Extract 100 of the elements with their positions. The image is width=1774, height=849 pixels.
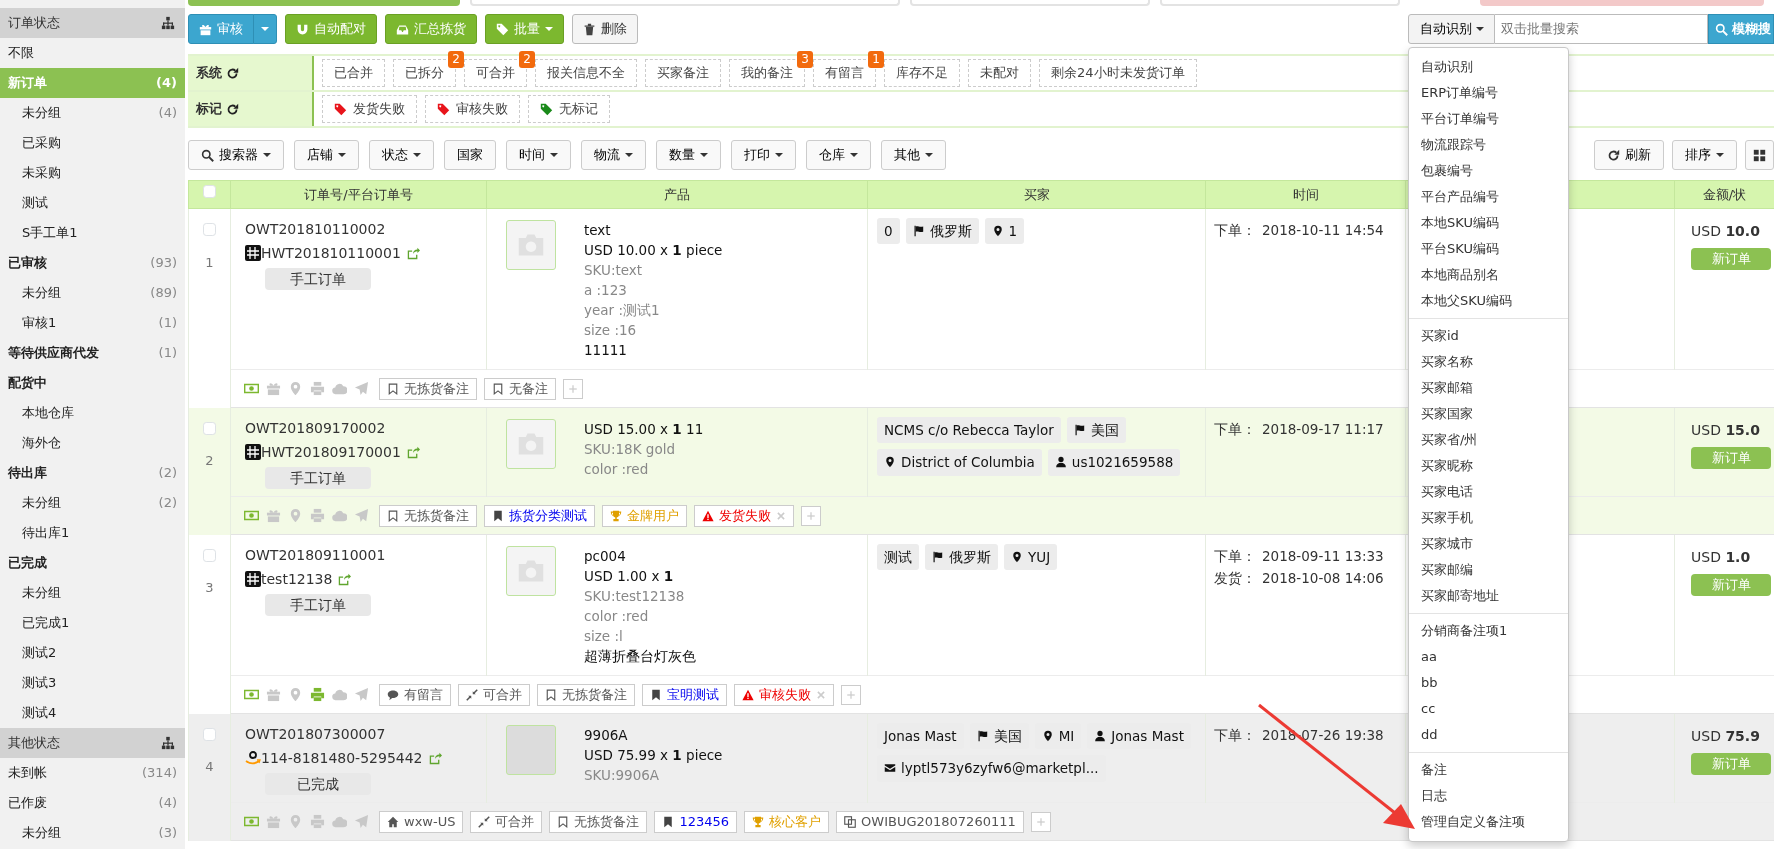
menu-item[interactable]: bb	[1409, 670, 1568, 696]
pin-icon[interactable]	[288, 814, 303, 829]
external-link-icon[interactable]	[405, 445, 420, 459]
add-tag-button[interactable]	[841, 684, 861, 705]
menu-item[interactable]: ERP订单编号	[1409, 80, 1568, 106]
filter-button[interactable]: 搜索器	[188, 140, 284, 170]
close-icon[interactable]	[816, 689, 826, 700]
note-tag[interactable]: 审核失败	[734, 683, 834, 706]
menu-item[interactable]: 买家邮寄地址	[1409, 583, 1568, 609]
gift-icon[interactable]	[266, 381, 281, 396]
cloud-icon[interactable]	[332, 687, 347, 702]
pin-icon[interactable]	[288, 687, 303, 702]
menu-item[interactable]: 买家id	[1409, 323, 1568, 349]
menu-item[interactable]: 买家名称	[1409, 349, 1568, 375]
sidebar-item[interactable]: 待出库 (2)	[0, 458, 185, 488]
row-checkbox[interactable]	[203, 727, 216, 741]
print-icon[interactable]	[310, 508, 325, 523]
sidebar-item[interactable]: 测试2	[0, 638, 185, 668]
sidebar-item[interactable]: 未分组 (3)	[0, 818, 185, 848]
mark-chip[interactable]: 无标记	[528, 95, 610, 123]
sidebar-item[interactable]: 不限	[0, 38, 185, 68]
filter-button[interactable]: 国家	[444, 140, 496, 170]
banknote-icon[interactable]	[244, 508, 259, 523]
sidebar-item[interactable]: 未分组 (89)	[0, 278, 185, 308]
note-tag[interactable]: 无拣货备注	[549, 810, 648, 833]
note-tag[interactable]: wxw-US	[379, 810, 464, 833]
menu-item[interactable]: 买家手机	[1409, 505, 1568, 531]
menu-item[interactable]: 本地父SKU编码	[1409, 288, 1568, 314]
row-checkbox[interactable]	[203, 548, 216, 562]
note-tag[interactable]: 可合并	[470, 810, 543, 833]
menu-item[interactable]: 备注	[1409, 757, 1568, 783]
refresh-icon[interactable]	[226, 102, 239, 116]
filter-button[interactable]: 物流	[581, 140, 646, 170]
banknote-icon[interactable]	[244, 687, 259, 702]
sidebar-item[interactable]: 测试3	[0, 668, 185, 698]
sidebar-item[interactable]: 已审核 (93)	[0, 248, 185, 278]
filter-chip[interactable]: 买家备注	[645, 59, 721, 87]
sidebar-item[interactable]: 配货中	[0, 368, 185, 398]
gift-icon[interactable]	[266, 687, 281, 702]
note-tag[interactable]: 宝明测试	[642, 683, 727, 706]
plane-icon[interactable]	[354, 508, 369, 523]
search-field[interactable]: 双击批量搜索	[1495, 14, 1708, 44]
cloud-icon[interactable]	[332, 814, 347, 829]
menu-item[interactable]: 日志	[1409, 783, 1568, 809]
sidebar-item[interactable]: 未分组	[0, 578, 185, 608]
print-icon[interactable]	[310, 381, 325, 396]
menu-item[interactable]: 买家邮编	[1409, 557, 1568, 583]
menu-item[interactable]: 包裹编号	[1409, 158, 1568, 184]
filter-button[interactable]: 状态	[369, 140, 434, 170]
menu-item[interactable]: 管理自定义备注项	[1409, 809, 1568, 835]
sidebar-item[interactable]: 测试	[0, 188, 185, 218]
menu-item[interactable]: 平台订单编号	[1409, 106, 1568, 132]
menu-item[interactable]: 买家邮箱	[1409, 375, 1568, 401]
sidebar-item[interactable]: 未到帐 (314)	[0, 758, 185, 788]
menu-item[interactable]: 买家省/州	[1409, 427, 1568, 453]
note-tag[interactable]: 可合并	[458, 683, 530, 706]
print-icon[interactable]	[310, 814, 325, 829]
filter-button[interactable]: 排序	[1672, 140, 1737, 170]
sidebar-item[interactable]: 海外仓	[0, 428, 185, 458]
search-mode-dropdown[interactable]: 自动识别	[1408, 14, 1495, 44]
pin-icon[interactable]	[288, 508, 303, 523]
note-tag[interactable]: 无拣货备注	[379, 504, 477, 527]
filter-button[interactable]: 仓库	[806, 140, 871, 170]
cloud-icon[interactable]	[332, 381, 347, 396]
sidebar-item[interactable]: 审核1 (1)	[0, 308, 185, 338]
sidebar-item[interactable]: 未分组 (4)	[0, 98, 185, 128]
note-tag[interactable]: 拣货分类测试	[484, 504, 595, 527]
sidebar-item[interactable]: 未采购	[0, 158, 185, 188]
menu-item[interactable]: 分销商备注项1	[1409, 618, 1568, 644]
pin-icon[interactable]	[288, 381, 303, 396]
filter-button[interactable]: 打印	[731, 140, 796, 170]
plane-icon[interactable]	[354, 381, 369, 396]
filter-chip[interactable]: 已合并	[322, 59, 385, 87]
menu-item[interactable]: 本地商品别名	[1409, 262, 1568, 288]
filter-chip[interactable]: 剩余24小时未发货订单	[1039, 59, 1197, 87]
filter-button[interactable]: 刷新	[1594, 140, 1664, 170]
close-icon[interactable]	[776, 510, 786, 521]
dropdown-toggle-button[interactable]	[253, 14, 277, 44]
menu-item[interactable]: 物流跟踪号	[1409, 132, 1568, 158]
row-checkbox[interactable]	[203, 421, 216, 435]
filter-button[interactable]: 时间	[506, 140, 571, 170]
mark-chip[interactable]: 发货失败	[322, 95, 417, 123]
menu-item[interactable]: 买家国家	[1409, 401, 1568, 427]
sidebar-item[interactable]: 本地仓库	[0, 398, 185, 428]
view-toggle-button[interactable]	[1745, 140, 1774, 170]
filter-button[interactable]: 店铺	[294, 140, 359, 170]
add-tag-button[interactable]	[801, 505, 821, 526]
note-tag[interactable]: 无拣货备注	[379, 377, 477, 400]
sidebar-item[interactable]: 未分组 (2)	[0, 488, 185, 518]
gift-icon[interactable]	[266, 814, 281, 829]
plane-icon[interactable]	[354, 814, 369, 829]
sidebar-item[interactable]: S手工单1	[0, 218, 185, 248]
note-tag[interactable]: 无备注	[484, 377, 556, 400]
menu-item[interactable]: dd	[1409, 722, 1568, 748]
external-link-icon[interactable]	[405, 246, 420, 260]
plane-icon[interactable]	[354, 687, 369, 702]
menu-item[interactable]: 本地SKU编码	[1409, 210, 1568, 236]
select-all-checkbox[interactable]	[203, 184, 216, 198]
filter-button[interactable]: 数量	[656, 140, 721, 170]
sidebar-item[interactable]: 等待供应商代发 (1)	[0, 338, 185, 368]
